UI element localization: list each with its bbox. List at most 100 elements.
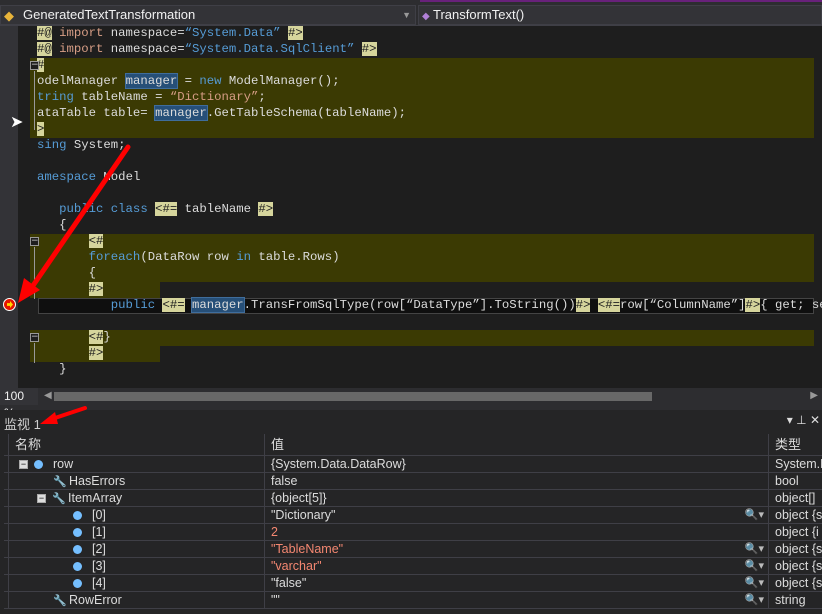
- code-line[interactable]: public <#= manager.TransFromSqlType(row[…: [37, 297, 822, 313]
- watch-row[interactable]: 🔧 HasErrors false bool: [4, 473, 822, 490]
- code-token: public class: [59, 202, 156, 216]
- code-token: #>: [287, 26, 303, 40]
- template-block-highlight: [30, 330, 814, 346]
- watch-row[interactable]: [3] "varchar" 🔍▾ object {s: [4, 558, 822, 575]
- code-token: ataTable table=: [37, 106, 156, 120]
- watch-value-cell[interactable]: "Dictionary" 🔍▾: [264, 507, 768, 523]
- code-line[interactable]: #>: [37, 281, 104, 297]
- type-dropdown-label: GeneratedTextTransformation: [23, 7, 196, 22]
- collapse-icon[interactable]: −: [37, 494, 46, 504]
- watch-row[interactable]: − 🔧 ItemArray {object[5]} object[]: [4, 490, 822, 507]
- watch-value: "Dictionary": [271, 508, 336, 522]
- code-line[interactable]: foreach(DataRow row in table.Rows): [37, 249, 340, 265]
- code-line[interactable]: tring tableName = “Dictionary”;: [37, 89, 266, 105]
- code-token: {: [37, 266, 97, 280]
- code-editor[interactable]: #@ import namespace=“System.Data” #> #@ i…: [0, 26, 822, 388]
- code-token: manager: [190, 297, 245, 313]
- code-line[interactable]: {: [37, 217, 66, 233]
- code-line[interactable]: #@ import namespace=“System.Data” #>: [37, 25, 303, 41]
- watch-name-cell: [4]: [8, 575, 264, 591]
- text-visualizer-icon[interactable]: 🔍▾: [745, 575, 764, 591]
- text-visualizer-icon[interactable]: 🔍▾: [745, 507, 764, 523]
- collapse-icon[interactable]: −: [30, 61, 39, 70]
- collapse-icon[interactable]: −: [30, 333, 39, 342]
- code-line[interactable]: sing System;: [37, 137, 126, 153]
- collapse-icon[interactable]: −: [30, 237, 39, 246]
- column-header-value[interactable]: 值: [264, 434, 768, 455]
- text-visualizer-icon[interactable]: 🔍▾: [745, 558, 764, 574]
- watch-panel-title[interactable]: 监视 1: [4, 414, 41, 433]
- watch-type: bool: [775, 474, 799, 488]
- code-token: “System.Data.SqlClient”: [184, 42, 355, 56]
- code-token: “Dictionary”: [169, 90, 259, 104]
- watch-name-cell: − row: [8, 456, 264, 472]
- watch-row[interactable]: [4] "false" 🔍▾ object {s: [4, 575, 822, 592]
- watch-row[interactable]: [2] "TableName" 🔍▾ object {s: [4, 541, 822, 558]
- watch-value-cell[interactable]: "false" 🔍▾: [264, 575, 768, 591]
- zoom-dropdown[interactable]: 100 %▼: [0, 388, 38, 420]
- watch-type: object {i: [775, 525, 819, 539]
- code-line[interactable]: ataTable table= manager.GetTableSchema(t…: [37, 105, 406, 121]
- column-header-name[interactable]: 名称: [8, 434, 264, 455]
- watch-row[interactable]: 🔧 RowError "" 🔍▾ string: [4, 592, 822, 609]
- watch-type-cell: bool: [768, 473, 822, 489]
- breakpoint-margin[interactable]: [0, 26, 18, 388]
- watch-value-cell[interactable]: "TableName" 🔍▾: [264, 541, 768, 557]
- wrench-icon: 🔧: [53, 476, 67, 488]
- watch-value-cell[interactable]: {object[5]}: [264, 490, 768, 506]
- watch-value: "": [271, 593, 280, 607]
- type-dropdown[interactable]: ◆ GeneratedTextTransformation ▼: [0, 5, 416, 25]
- code-line[interactable]: #@ import namespace=“System.Data.SqlClie…: [37, 41, 377, 57]
- close-icon[interactable]: ✕: [810, 413, 820, 427]
- watch-value-cell[interactable]: "" 🔍▾: [264, 592, 768, 608]
- watch-row[interactable]: [1] 2 object {i: [4, 524, 822, 541]
- watch-value-cell[interactable]: "varchar" 🔍▾: [264, 558, 768, 574]
- code-line[interactable]: amespace Model: [37, 169, 140, 185]
- watch-type-cell: object {s: [768, 541, 822, 557]
- code-line[interactable]: {: [37, 265, 96, 281]
- code-token: “System.Data”: [184, 26, 281, 40]
- watch-value-cell[interactable]: 2: [264, 524, 768, 540]
- scroll-right-icon[interactable]: ▶: [810, 390, 818, 401]
- text-visualizer-icon[interactable]: 🔍▾: [745, 592, 764, 608]
- code-line[interactable]: #>: [37, 345, 104, 361]
- pin-icon[interactable]: ⊥: [796, 413, 806, 427]
- code-token: ;: [258, 90, 266, 104]
- code-line[interactable]: }: [37, 361, 66, 377]
- member-dropdown[interactable]: ◆ TransformText(): [418, 5, 822, 25]
- column-header-type[interactable]: 类型: [768, 434, 822, 455]
- code-line[interactable]: public class <#= tableName #>: [37, 201, 274, 217]
- watch-type: object {s: [775, 576, 822, 590]
- code-token: #>: [88, 282, 104, 296]
- scroll-left-icon[interactable]: ◀: [44, 390, 52, 401]
- watch-row[interactable]: − row {System.Data.DataRow} System.D: [4, 456, 822, 473]
- watch-name: row: [53, 457, 74, 471]
- text-visualizer-icon[interactable]: 🔍▾: [745, 541, 764, 557]
- code-token: <#: [88, 330, 104, 344]
- collapse-icon[interactable]: −: [19, 460, 28, 470]
- code-line[interactable]: <#: [37, 233, 104, 249]
- code-line[interactable]: >: [37, 121, 45, 137]
- horizontal-scrollbar[interactable]: [54, 392, 652, 401]
- class-icon: ◆: [4, 8, 14, 23]
- watch-name-cell: 🔧 RowError: [8, 592, 264, 608]
- watch-row[interactable]: [0] "Dictionary" 🔍▾ object {s: [4, 507, 822, 524]
- watch-name: HasErrors: [69, 474, 126, 488]
- watch-value-cell[interactable]: false: [264, 473, 768, 489]
- watch-type: string: [775, 593, 806, 607]
- code-token: odelManager: [37, 74, 126, 88]
- watch-value-cell[interactable]: {System.Data.DataRow}: [264, 456, 768, 472]
- code-token: table.Rows): [251, 250, 340, 264]
- code-line[interactable]: odelManager manager = new ModelManager()…: [37, 73, 340, 89]
- code-line[interactable]: <#}: [37, 329, 111, 345]
- watch-name-cell: [2]: [8, 541, 264, 557]
- code-token: import: [51, 26, 104, 40]
- template-block-highlight: [30, 234, 814, 250]
- breakpoint-current-statement-icon[interactable]: [3, 298, 16, 311]
- dropdown-icon[interactable]: ▾: [787, 413, 793, 427]
